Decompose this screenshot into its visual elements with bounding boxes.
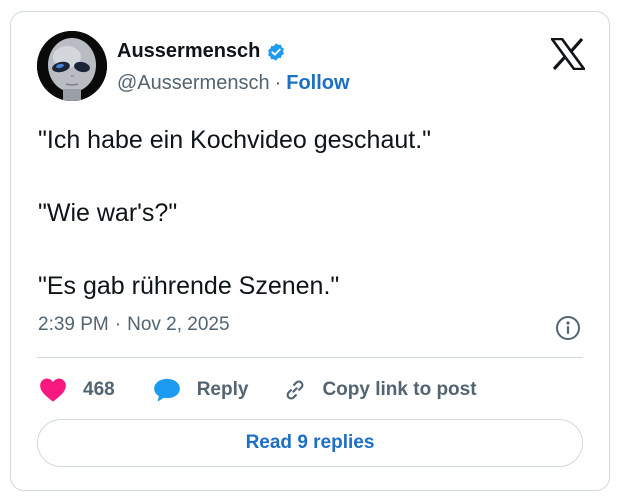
author-display-name[interactable]: Aussermensch: [117, 40, 260, 63]
author-handle-row: @Aussermensch · Follow: [117, 72, 350, 95]
x-logo-icon[interactable]: [549, 37, 587, 71]
handle-separator: ·: [274, 72, 282, 94]
copy-link-button[interactable]: Copy link to post: [282, 377, 477, 403]
like-button[interactable]: 468: [39, 377, 115, 403]
reply-label: Reply: [196, 379, 249, 400]
tweet-line: "Wie war's?": [38, 199, 178, 227]
meta-separator: ·: [114, 314, 122, 335]
link-icon: [287, 380, 304, 400]
tweet-line: "Ich habe ein Kochvideo geschaut.": [38, 126, 432, 154]
read-replies-button[interactable]: Read 9 replies: [37, 419, 583, 467]
tweet-date: Nov 2, 2025: [127, 314, 230, 335]
heart-icon: [40, 378, 66, 402]
tweet-line: "Es gab rührende Szenen.": [38, 272, 340, 300]
action-bar: 468 Reply Copy link to post: [39, 375, 477, 405]
tweet-time: 2:39 PM: [38, 314, 109, 335]
read-replies-label: Read 9 replies: [245, 432, 375, 453]
alien-avatar-image: [37, 31, 107, 101]
avatar[interactable]: [37, 31, 107, 101]
reply-button[interactable]: Reply: [153, 377, 249, 403]
copy-link-label: Copy link to post: [322, 379, 477, 400]
info-icon[interactable]: [555, 315, 581, 341]
verified-badge-icon: [266, 42, 286, 62]
tweet-timestamp[interactable]: 2:39 PM · Nov 2, 2025: [38, 314, 230, 336]
tweet-text: "Ich habe ein Kochvideo geschaut." "Wie …: [38, 122, 588, 304]
tweet-card: Aussermensch @Aussermensch · Follow "Ich…: [10, 11, 610, 491]
reply-bubble-icon: [153, 378, 180, 402]
author-name-row: Aussermensch: [117, 40, 286, 63]
author-handle[interactable]: @Aussermensch: [117, 72, 270, 95]
like-count: 468: [83, 379, 115, 400]
follow-button[interactable]: Follow: [286, 72, 349, 95]
divider: [37, 357, 583, 358]
